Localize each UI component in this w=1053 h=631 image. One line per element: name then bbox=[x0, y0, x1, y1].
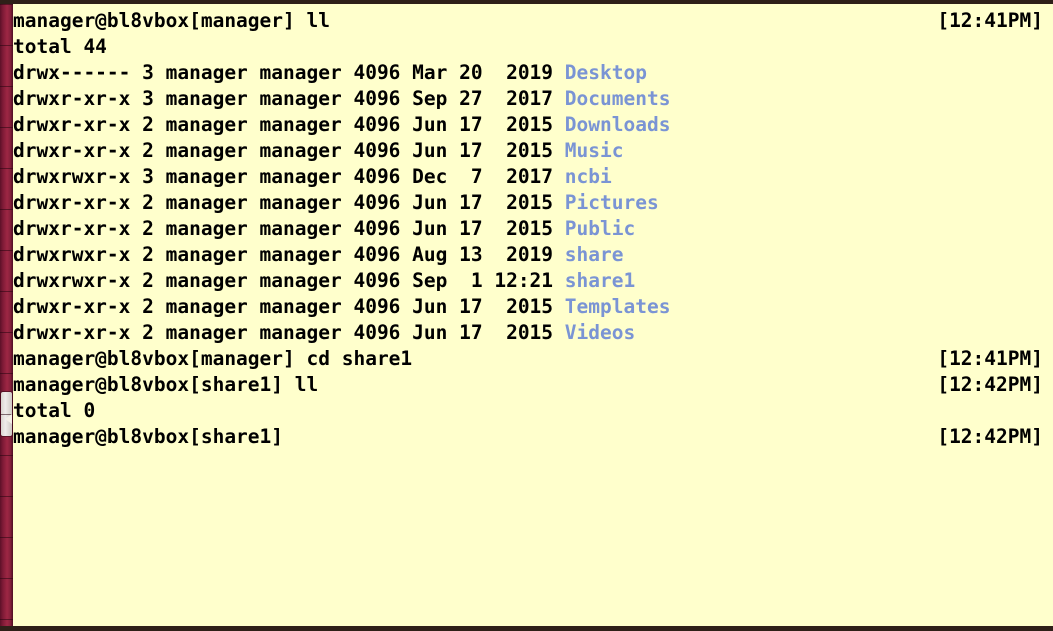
scrollbar-track-tick bbox=[0, 619, 13, 620]
prompt-timestamp: [12:42PM] bbox=[937, 425, 1043, 448]
line-text: drwxr-xr-x 3 manager manager 4096 Sep 27… bbox=[13, 87, 565, 110]
scrollbar-track-tick bbox=[0, 373, 13, 374]
directory-name: share bbox=[564, 243, 624, 266]
terminal-window: manager@bl8vbox[manager] ll [12:41PM] tota… bbox=[0, 0, 1053, 631]
line-text: drwxr-xr-x 2 manager manager 4096 Jun 17… bbox=[13, 139, 565, 162]
line-text: manager@bl8vbox[manager] ll bbox=[13, 9, 330, 32]
scroll-position-marker-icon bbox=[5, 414, 12, 424]
scrollbar-track-tick bbox=[0, 86, 13, 87]
terminal-output-line: total 44 bbox=[13, 34, 1053, 60]
prompt-timestamp: [12:41PM] bbox=[937, 9, 1043, 32]
line-text: drwxrwxr-x 2 manager manager 4096 Aug 13… bbox=[13, 243, 565, 266]
terminal-prompt-line: manager@bl8vbox[manager] ll [12:41PM] bbox=[13, 8, 1053, 34]
scrollbar-track-tick bbox=[0, 496, 13, 497]
scrollbar-track-tick bbox=[0, 578, 13, 579]
directory-name: Public bbox=[564, 217, 636, 240]
scrollbar-track-tick bbox=[0, 455, 13, 456]
terminal-listing-line: drwxr-xr-x 2 manager manager 4096 Jun 17… bbox=[13, 216, 1053, 242]
prompt-timestamp: [12:41PM] bbox=[937, 347, 1043, 370]
directory-name: Videos bbox=[564, 321, 636, 344]
line-text: total 0 bbox=[13, 399, 96, 422]
terminal-listing-line: drwxr-xr-x 2 manager manager 4096 Jun 17… bbox=[13, 190, 1053, 216]
scrollbar-track-tick bbox=[0, 291, 13, 292]
line-text: drwxr-xr-x 2 manager manager 4096 Jun 17… bbox=[13, 217, 565, 240]
scrollbar-track-tick bbox=[0, 537, 13, 538]
terminal-listing-line: drwxr-xr-x 2 manager manager 4096 Jun 17… bbox=[13, 294, 1053, 320]
directory-name: Music bbox=[564, 139, 624, 162]
scrollbar-track-tick bbox=[0, 4, 13, 5]
terminal-listing-line: drwx------ 3 manager manager 4096 Mar 20… bbox=[13, 60, 1053, 86]
terminal-output-line: total 0 bbox=[13, 398, 1053, 424]
terminal-listing-line: drwxrwxr-x 2 manager manager 4096 Sep 1 … bbox=[13, 268, 1053, 294]
prompt-timestamp: [12:42PM] bbox=[937, 373, 1043, 396]
terminal-listing-line: drwxr-xr-x 2 manager manager 4096 Jun 17… bbox=[13, 112, 1053, 138]
directory-name: Pictures bbox=[564, 191, 659, 214]
terminal-listing-line: drwxrwxr-x 3 manager manager 4096 Dec 7 … bbox=[13, 164, 1053, 190]
line-text: manager@bl8vbox[share1] ll bbox=[13, 373, 319, 396]
scrollbar-track-tick bbox=[0, 168, 13, 169]
terminal-prompt-line: manager@bl8vbox[share1] [12:42PM] bbox=[13, 424, 1053, 450]
directory-name: share1 bbox=[564, 269, 636, 292]
line-text: drwxrwxr-x 2 manager manager 4096 Sep 1 … bbox=[13, 269, 565, 292]
terminal-prompt-line: manager@bl8vbox[share1] ll [12:42PM] bbox=[13, 372, 1053, 398]
scrollbar-track-tick bbox=[0, 209, 13, 210]
line-text: drwxr-xr-x 2 manager manager 4096 Jun 17… bbox=[13, 295, 565, 318]
scrollbar-track-tick bbox=[0, 332, 13, 333]
line-text: drwx------ 3 manager manager 4096 Mar 20… bbox=[13, 61, 565, 84]
terminal-scrollbar[interactable] bbox=[0, 4, 13, 626]
line-text: drwxrwxr-x 3 manager manager 4096 Dec 7 … bbox=[13, 165, 565, 188]
line-text: drwxr-xr-x 2 manager manager 4096 Jun 17… bbox=[13, 191, 565, 214]
terminal-screen[interactable]: manager@bl8vbox[manager] ll [12:41PM] tota… bbox=[13, 4, 1053, 626]
line-text: drwxr-xr-x 2 manager manager 4096 Jun 17… bbox=[13, 113, 565, 136]
line-text: manager@bl8vbox[manager] cd share1 bbox=[13, 347, 413, 370]
directory-name: ncbi bbox=[564, 165, 612, 188]
terminal-listing-line: drwxr-xr-x 2 manager manager 4096 Jun 17… bbox=[13, 138, 1053, 164]
directory-name: Downloads bbox=[564, 113, 671, 136]
scrollbar-track-tick bbox=[0, 127, 13, 128]
directory-name: Desktop bbox=[564, 61, 647, 84]
scrollbar-track-tick bbox=[0, 45, 13, 46]
terminal-prompt-line: manager@bl8vbox[manager] cd share1 [12:41… bbox=[13, 346, 1053, 372]
line-text: manager@bl8vbox[share1] bbox=[13, 425, 284, 448]
terminal-listing-line: drwxr-xr-x 3 manager manager 4096 Sep 27… bbox=[13, 86, 1053, 112]
line-text: total 44 bbox=[13, 35, 107, 58]
terminal-listing-line: drwxrwxr-x 2 manager manager 4096 Aug 13… bbox=[13, 242, 1053, 268]
directory-name: Documents bbox=[564, 87, 671, 110]
directory-name: Templates bbox=[564, 295, 671, 318]
line-text: drwxr-xr-x 2 manager manager 4096 Jun 17… bbox=[13, 321, 565, 344]
scrollbar-track-tick bbox=[0, 250, 13, 251]
terminal-listing-line: drwxr-xr-x 2 manager manager 4096 Jun 17… bbox=[13, 320, 1053, 346]
